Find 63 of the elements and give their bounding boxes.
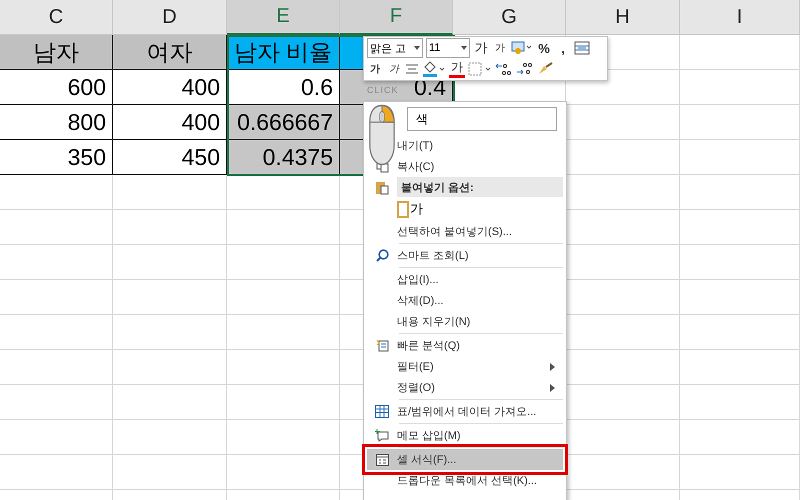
menu-item[interactable]: 빠른 분석(Q) [367,335,563,356]
table-cell: 800 [0,105,113,140]
fill-color-icon[interactable] [422,60,446,77]
menu-item[interactable]: 정렬(O) [367,377,563,398]
brush-icon[interactable] [537,62,553,76]
italic-button[interactable]: 가 [386,58,402,79]
clipboard-icon [397,200,409,218]
column-header[interactable]: D [113,0,227,35]
menu-item[interactable]: 선택하여 붙여넣기(S)... [367,221,563,242]
menu-item[interactable]: 메모 삽입(M) [367,425,563,446]
menu-item[interactable]: 내용 지우기(N) [367,311,563,332]
search-icon [376,249,388,262]
column-header[interactable]: F [340,0,453,35]
submenu-arrow-icon [550,362,555,370]
menu-section-header: 붙여넣기 옵션: [397,177,563,197]
font-size-dropdown[interactable]: 11 [426,38,470,58]
column-header[interactable]: G [453,0,566,35]
format-button[interactable]: % [536,38,552,58]
decrease-decimal-icon[interactable] [516,62,534,76]
format-button[interactable]: , [555,38,571,58]
table-cell: 400 [113,105,227,140]
mouse-drawing [368,104,396,166]
grow-font-button[interactable]: 가 [473,38,489,58]
menu-item[interactable]: 셀 서식(F)... [367,449,563,470]
align-icon[interactable] [405,62,419,75]
quick-analysis-icon [376,339,388,352]
font-color-button[interactable]: 가 [449,59,465,78]
menu-item[interactable]: 삽입(I)... [367,269,563,290]
table-cell: 600 [0,70,113,105]
clipboard-icon [375,180,389,194]
dropdown-caret-icon [414,46,420,50]
paste-option-button[interactable]: 가 [397,197,431,221]
table-cell: 여자 [113,35,227,70]
table-cell: 남자 [0,35,113,70]
dropdown-caret-icon [461,46,467,50]
table-cell: 0.4375 [227,140,340,175]
table-icon [375,405,389,418]
column-header[interactable]: E [227,0,340,35]
format-cells-icon [376,454,388,466]
column-header[interactable]: H [566,0,680,35]
menu-item[interactable]: 드롭다운 목록에서 선택(K)... [367,470,563,491]
table-cell: 450 [113,140,227,175]
note-icon [375,429,389,442]
table-cell: 0.666667 [227,105,340,140]
table-cell: 400 [113,70,227,105]
click-label: CLICK [367,86,399,95]
submenu-arrow-icon [550,384,555,392]
menu-item[interactable]: 삭제(D)... [367,290,563,311]
merge-icon[interactable] [574,41,590,56]
table-cell: 350 [0,140,113,175]
increase-decimal-icon[interactable] [495,62,513,76]
menu-item[interactable]: 필터(E) [367,356,563,377]
shrink-font-button[interactable]: 가 [492,38,508,58]
column-header[interactable]: C [0,0,113,35]
number-format-icon[interactable] [511,41,533,56]
search-field[interactable]: 색 [407,107,557,131]
font-name-dropdown[interactable]: 맑은 고 [367,38,423,58]
menu-item[interactable]: 표/범위에서 데이터 가져오... [367,401,563,422]
table-cell: 0.6 [227,70,340,105]
column-header[interactable]: I [680,0,800,35]
menu-item[interactable]: 스마트 조회(L) [367,245,563,266]
bold-button[interactable]: 가 [367,58,383,79]
table-cell: 남자 비율 [227,35,340,70]
